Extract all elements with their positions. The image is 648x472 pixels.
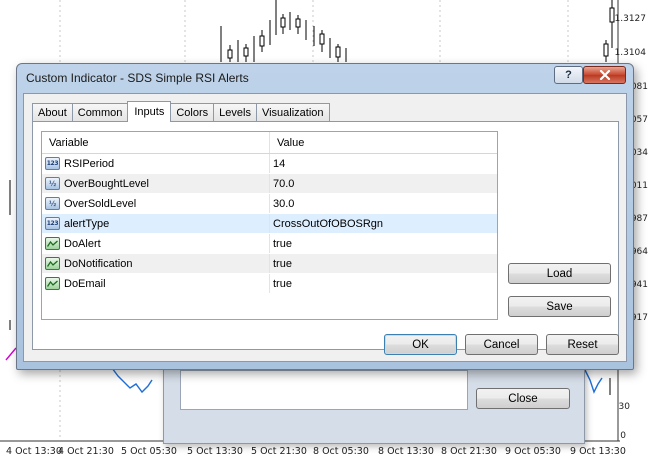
- integer-icon: 123: [45, 157, 60, 170]
- tab-inputs[interactable]: Inputs: [127, 101, 172, 122]
- time-label: 9 Oct 05:30: [505, 446, 561, 457]
- rsi-line-right: [584, 369, 603, 394]
- double-icon: ½: [45, 197, 60, 210]
- dialog-close-button[interactable]: [583, 66, 626, 84]
- reset-button[interactable]: Reset: [546, 334, 619, 355]
- time-label: 4 Oct 13:30: [6, 446, 62, 457]
- table-row[interactable]: 123 RSIPeriod 14: [42, 154, 497, 174]
- price-label: 1.3104: [614, 48, 647, 58]
- help-button[interactable]: ?: [554, 66, 583, 84]
- value-cell[interactable]: true: [270, 274, 497, 293]
- price-candle-bodies: [227, 7, 615, 59]
- variable-cell: DoEmail: [42, 274, 270, 293]
- column-header-variable[interactable]: Variable: [42, 132, 270, 153]
- variable-name: DoAlert: [64, 237, 101, 250]
- table-row-selected[interactable]: 123 alertType CrossOutOfOBOSRgn: [42, 214, 497, 234]
- help-icon: ?: [565, 69, 572, 81]
- inputs-grid: Variable Value 123 RSIPeriod 14 ½ OverBo…: [41, 131, 498, 320]
- dialog-titlebar[interactable]: Custom Indicator - SDS Simple RSI Alerts…: [17, 64, 633, 92]
- level-line: [5, 347, 17, 361]
- time-label: 4 Oct 21:30: [58, 446, 114, 457]
- variable-name: DoEmail: [64, 277, 106, 290]
- time-label: 5 Oct 13:30: [187, 446, 243, 457]
- time-label: 8 Oct 05:30: [313, 446, 369, 457]
- value-cell[interactable]: 30.0: [270, 194, 497, 213]
- tab-levels[interactable]: Levels: [213, 103, 257, 122]
- ok-button[interactable]: OK: [384, 334, 457, 355]
- variable-name: OverSoldLevel: [64, 197, 137, 210]
- tab-colors[interactable]: Colors: [170, 103, 215, 122]
- value-cell[interactable]: 14: [270, 154, 497, 173]
- close-button[interactable]: Close: [476, 388, 570, 409]
- variable-cell: DoNotification: [42, 254, 270, 273]
- double-icon: ½: [45, 177, 60, 190]
- cancel-button[interactable]: Cancel: [465, 334, 538, 355]
- variable-cell: ½ OverBoughtLevel: [42, 174, 270, 193]
- dialog-client-area: About Common Inputs Colors Levels Visual…: [23, 93, 627, 362]
- column-header-value[interactable]: Value: [270, 132, 497, 153]
- table-row[interactable]: ½ OverBoughtLevel 70.0: [42, 174, 497, 194]
- variable-cell: ½ OverSoldLevel: [42, 194, 270, 213]
- bool-icon: [45, 257, 60, 270]
- rsi-line: [111, 367, 153, 394]
- table-row[interactable]: DoAlert true: [42, 234, 497, 254]
- grid-header: Variable Value: [42, 132, 497, 154]
- variable-name: DoNotification: [64, 257, 133, 270]
- custom-indicator-dialog: Custom Indicator - SDS Simple RSI Alerts…: [16, 63, 634, 370]
- load-button[interactable]: Load: [508, 263, 611, 284]
- value-cell[interactable]: true: [270, 234, 497, 253]
- table-row[interactable]: DoNotification true: [42, 254, 497, 274]
- tab-visualization[interactable]: Visualization: [255, 103, 330, 122]
- variable-cell: 123 RSIPeriod: [42, 154, 270, 173]
- integer-icon: 123: [45, 217, 60, 230]
- variable-cell: DoAlert: [42, 234, 270, 253]
- dialog-title: Custom Indicator - SDS Simple RSI Alerts: [26, 71, 249, 85]
- time-label: 8 Oct 13:30: [378, 446, 434, 457]
- time-label: 9 Oct 13:30: [570, 446, 626, 457]
- variable-name: RSIPeriod: [64, 157, 115, 170]
- time-label: 8 Oct 21:30: [441, 446, 497, 457]
- value-cell[interactable]: 70.0: [270, 174, 497, 193]
- variable-name: alertType: [64, 217, 110, 230]
- indicator-level-label: 30: [618, 402, 630, 412]
- tab-common[interactable]: Common: [71, 103, 129, 122]
- variable-name: OverBoughtLevel: [64, 177, 149, 190]
- save-button[interactable]: Save: [508, 296, 611, 317]
- tab-bar: About Common Inputs Colors Levels Visual…: [32, 101, 330, 122]
- table-row[interactable]: DoEmail true: [42, 274, 497, 294]
- time-label: 5 Oct 21:30: [251, 446, 307, 457]
- background-dialog-panel: [180, 370, 468, 410]
- time-label: 5 Oct 05:30: [121, 446, 177, 457]
- bool-icon: [45, 277, 60, 290]
- bool-icon: [45, 237, 60, 250]
- value-cell[interactable]: CrossOutOfOBOSRgn: [270, 214, 497, 233]
- indicator-level-label: 0: [620, 431, 626, 441]
- table-row[interactable]: ½ OverSoldLevel 30.0: [42, 194, 497, 214]
- price-label: 1.3127: [614, 14, 647, 24]
- tab-about[interactable]: About: [32, 103, 73, 122]
- close-icon: [599, 70, 610, 80]
- variable-cell: 123 alertType: [42, 214, 270, 233]
- value-cell[interactable]: true: [270, 254, 497, 273]
